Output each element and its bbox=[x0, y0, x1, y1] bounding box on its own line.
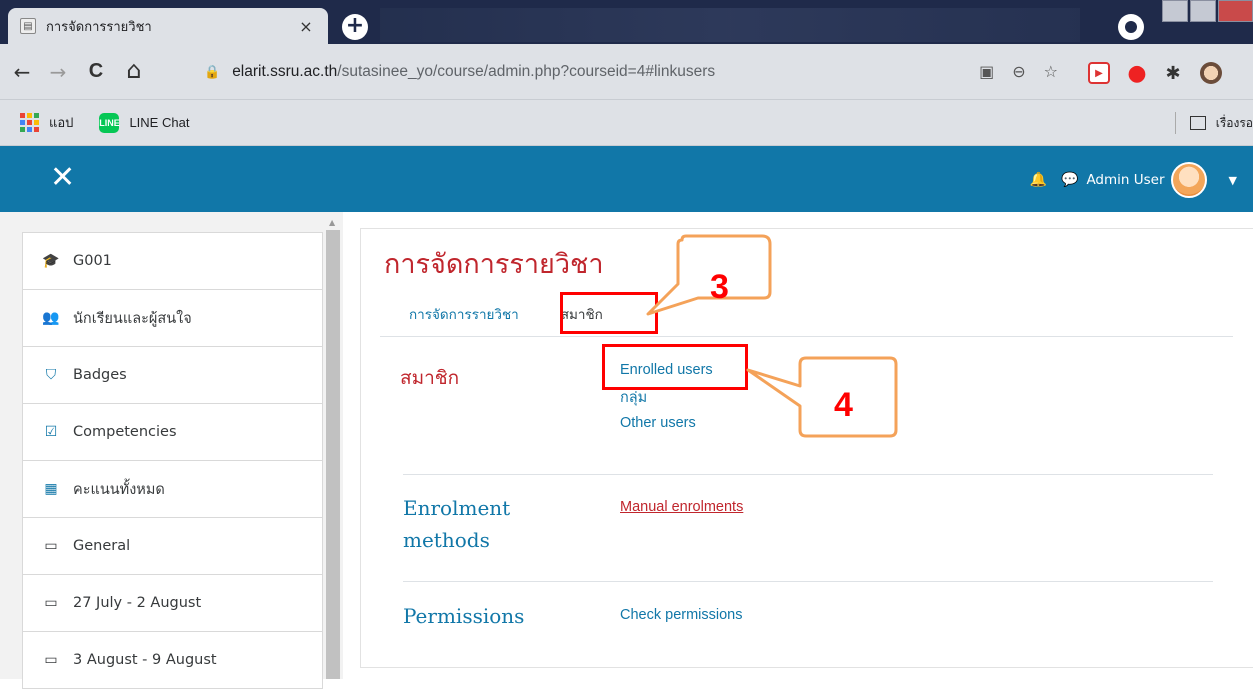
line-chat-label: LINE Chat bbox=[129, 115, 190, 130]
sidebar-item-participants[interactable]: 👥 นักเรียนและผู้สนใจ bbox=[22, 290, 323, 347]
address-toolbar: ← → C ⌂ 🔒 elarit.ssru.ac.th/sutasinee_yo… bbox=[0, 44, 1253, 100]
manual-enrolments-link[interactable]: Manual enrolments bbox=[620, 499, 743, 515]
scroll-up-icon[interactable]: ▲ bbox=[329, 218, 335, 227]
sidebar-item-label: คะแนนทั้งหมด bbox=[73, 481, 165, 498]
bookmarks-bar: แอป LINE LINE Chat เรื่องรอ bbox=[0, 100, 1253, 146]
puzzle-icon[interactable]: ✱ bbox=[1162, 62, 1184, 84]
checkbox-icon: ☑ bbox=[44, 424, 58, 440]
check-permissions-link[interactable]: Check permissions bbox=[620, 607, 743, 623]
opera-icon[interactable]: ● bbox=[1126, 61, 1148, 86]
tab-close-button[interactable]: × bbox=[296, 17, 316, 36]
sidebar-item-label: Badges bbox=[73, 367, 127, 383]
graduation-cap-icon: 🎓 bbox=[42, 253, 60, 269]
section-divider bbox=[403, 474, 1213, 475]
tab-title: การจัดการรายวิชา bbox=[46, 19, 152, 35]
avatar[interactable] bbox=[1170, 162, 1207, 198]
step-3-number: 3 bbox=[710, 268, 729, 306]
sidebar-item-label: 3 August - 9 August bbox=[73, 652, 217, 668]
apps-icon bbox=[20, 113, 39, 132]
close-drawer-icon[interactable]: ✕ bbox=[50, 160, 75, 195]
folder-icon: ▭ bbox=[44, 595, 58, 611]
reading-list-icon bbox=[1189, 116, 1206, 130]
star-icon[interactable]: ☆ bbox=[1044, 62, 1058, 81]
sidebar-item-general[interactable]: ▭ General bbox=[22, 518, 323, 575]
zoom-icon[interactable]: ⊖ bbox=[1012, 62, 1025, 81]
translate-icon[interactable]: ▣ bbox=[979, 62, 994, 81]
sidebar-item-label: 27 July - 2 August bbox=[73, 595, 202, 611]
bell-icon[interactable]: 🔔 bbox=[1030, 172, 1047, 188]
chevron-down-icon[interactable]: ▼ bbox=[1229, 174, 1237, 187]
bookmark-divider bbox=[1174, 112, 1176, 134]
sidebar-item-competencies[interactable]: ☑ Competencies bbox=[22, 404, 323, 461]
back-button[interactable]: ← bbox=[10, 60, 34, 84]
sidebar-item-label: Competencies bbox=[73, 424, 177, 440]
sidebar-item-grades[interactable]: ▦ คะแนนทั้งหมด bbox=[22, 461, 323, 518]
bookmark-line-chat[interactable]: LINE LINE Chat bbox=[99, 112, 190, 133]
chat-icon[interactable]: 💬 bbox=[1061, 172, 1078, 188]
extension-icon[interactable]: ▶ bbox=[1088, 62, 1110, 84]
browser-tab[interactable]: ▤ การจัดการรายวิชา × bbox=[8, 8, 328, 44]
user-name[interactable]: Admin User bbox=[1086, 172, 1164, 188]
reading-list[interactable]: เรื่องรอ bbox=[1174, 112, 1253, 134]
minimize-button[interactable] bbox=[1162, 0, 1188, 22]
tab-course-admin[interactable]: การจัดการรายวิชา bbox=[409, 303, 519, 325]
tab-strip-background bbox=[380, 8, 1080, 42]
forward-button[interactable]: → bbox=[46, 60, 70, 84]
new-tab-button[interactable]: + bbox=[342, 14, 368, 40]
site-navbar: ✕ 🔔 💬 Admin User ▼ bbox=[0, 146, 1253, 212]
sidebar-item-label: G001 bbox=[73, 253, 112, 269]
maximize-button[interactable] bbox=[1190, 0, 1216, 22]
bookmark-apps[interactable]: แอป bbox=[20, 112, 73, 133]
sidebar-scrollbar[interactable]: ▲ bbox=[323, 218, 343, 679]
sidebar-item-course[interactable]: 🎓 G001 bbox=[22, 233, 323, 290]
apps-label: แอป bbox=[49, 115, 74, 130]
table-icon: ▦ bbox=[44, 481, 58, 497]
highlight-enrolled-users bbox=[602, 344, 748, 390]
members-heading: สมาชิก bbox=[400, 367, 460, 389]
reload-button[interactable]: C bbox=[84, 60, 108, 83]
sidebar-item-week-2[interactable]: ▭ 3 August - 9 August bbox=[22, 632, 323, 689]
folder-icon: ▭ bbox=[44, 538, 58, 554]
profile-icon[interactable] bbox=[1200, 62, 1222, 84]
lock-icon: 🔒 bbox=[204, 64, 221, 80]
permissions-heading: Permissions bbox=[403, 604, 525, 628]
folder-icon: ▭ bbox=[44, 652, 58, 668]
course-nav-drawer: 🎓 G001 👥 นักเรียนและผู้สนใจ ⛉ Badges ☑ C… bbox=[22, 232, 323, 689]
scroll-thumb[interactable] bbox=[326, 230, 340, 679]
url-bar[interactable]: 🔒 elarit.ssru.ac.th/sutasinee_yo/course/… bbox=[190, 52, 1070, 92]
url-text: elarit.ssru.ac.th/sutasinee_yo/course/ad… bbox=[232, 63, 716, 80]
section-divider bbox=[403, 581, 1213, 582]
tabs-divider bbox=[380, 336, 1233, 337]
sidebar-item-label: General bbox=[73, 538, 131, 554]
enrolment-heading-line1: Enrolment bbox=[403, 496, 511, 520]
main-content-card bbox=[360, 228, 1253, 668]
line-icon: LINE bbox=[99, 112, 120, 133]
browser-tab-strip: ▤ การจัดการรายวิชา × + bbox=[0, 0, 1253, 44]
tab-search-icon[interactable] bbox=[1118, 14, 1144, 40]
users-icon: 👥 bbox=[42, 310, 60, 326]
other-users-link[interactable]: Other users bbox=[620, 415, 696, 431]
callout-step-4 bbox=[746, 356, 898, 438]
enrolment-heading-line2: methods bbox=[403, 528, 490, 552]
sidebar-item-week-1[interactable]: ▭ 27 July - 2 August bbox=[22, 575, 323, 632]
reading-list-label: เรื่องรอ bbox=[1215, 115, 1253, 130]
shield-icon: ⛉ bbox=[45, 367, 57, 383]
sidebar-item-label: นักเรียนและผู้สนใจ bbox=[73, 310, 192, 327]
step-4-number: 4 bbox=[834, 386, 853, 424]
favicon-icon: ▤ bbox=[20, 18, 36, 34]
home-button[interactable]: ⌂ bbox=[122, 56, 146, 84]
page-title: การจัดการรายวิชา bbox=[384, 249, 604, 280]
window-close-button[interactable] bbox=[1218, 0, 1253, 22]
sidebar-item-badges[interactable]: ⛉ Badges bbox=[22, 347, 323, 404]
